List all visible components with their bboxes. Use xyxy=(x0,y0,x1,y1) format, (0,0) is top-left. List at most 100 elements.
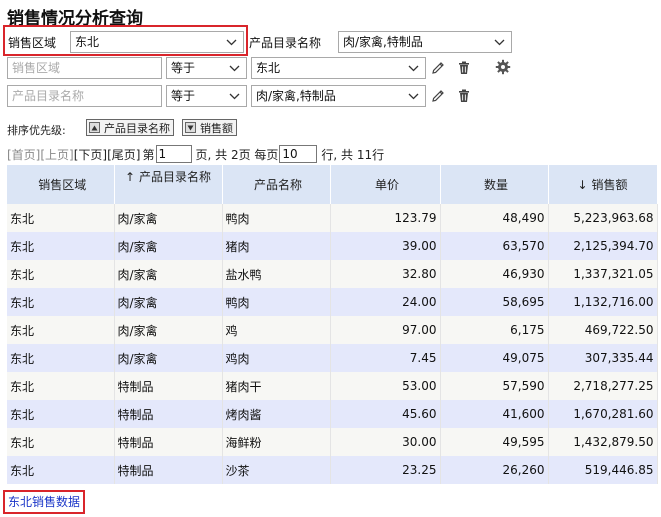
table-cell: 东北 xyxy=(7,316,115,344)
pager-prev: [上页] xyxy=(40,147,74,162)
table-cell: 鸡肉 xyxy=(222,344,331,372)
table-cell: 海鲜粉 xyxy=(222,428,331,456)
region-select[interactable]: 东北 xyxy=(70,31,244,53)
table-row: 东北 特制品 海鲜粉 30.00 49,595 1,432,879.50 xyxy=(7,428,658,456)
table-cell: 41,600 xyxy=(440,400,549,428)
table-cell: 东北 xyxy=(7,456,115,484)
table-cell: 58,695 xyxy=(440,288,549,316)
table-cell: 鸡 xyxy=(222,316,331,344)
table-cell: 东北 xyxy=(7,344,115,372)
chevron-down-icon xyxy=(407,86,419,106)
col-header-sales[interactable]: ↓ 销售额 xyxy=(548,165,658,204)
table-cell: 特制品 xyxy=(114,400,223,428)
table-header-row: 销售区域 ↑ 产品目录名称 产品名称 单价 数量 ↓ 销售额 xyxy=(7,165,658,204)
table-cell: 49,075 xyxy=(440,344,549,372)
table-cell: 469,722.50 xyxy=(548,316,658,344)
table-cell: 东北 xyxy=(7,400,115,428)
header-label: 单价 xyxy=(374,178,399,192)
condition-operator-select-2[interactable]: 等于 xyxy=(166,85,247,107)
table-cell: 2,718,277.25 xyxy=(548,372,658,400)
sales-table: 销售区域 ↑ 产品目录名称 产品名称 单价 数量 ↓ 销售额 东北 肉/家禽 鸭肉 123… xyxy=(7,165,658,484)
col-header-category[interactable]: ↑ 产品目录名称 xyxy=(114,165,223,204)
table-cell: 1,432,879.50 xyxy=(548,428,658,456)
table-row: 东北 特制品 烤肉酱 45.60 41,600 1,670,281.60 xyxy=(7,400,658,428)
operator-value: 等于 xyxy=(171,89,196,103)
col-header-region[interactable]: 销售区域 xyxy=(7,165,115,204)
col-header-product[interactable]: 产品名称 xyxy=(222,165,331,204)
region-select-value: 东北 xyxy=(75,35,100,49)
pager-page-prefix: 第 xyxy=(142,147,155,162)
table-row: 东北 肉/家禽鸡 97.00 6,175 469,722.50 xyxy=(7,316,658,344)
pager-next[interactable]: [下页] xyxy=(74,146,107,163)
chevron-down-icon xyxy=(407,58,419,78)
table-cell: 63,570 xyxy=(440,232,549,260)
page-number-input[interactable]: 1 xyxy=(155,145,192,163)
table-cell: 519,446.85 xyxy=(548,456,658,484)
table-cell: 46,930 xyxy=(440,260,549,288)
table-cell: 24.00 xyxy=(330,288,441,316)
gear-icon[interactable] xyxy=(494,58,512,76)
sort-asc-icon: ↑ xyxy=(124,170,136,184)
table-cell: 盐水鸭 xyxy=(222,260,331,288)
sort-desc-icon: ↓ xyxy=(577,178,588,192)
table-cell: 特制品 xyxy=(114,428,223,456)
table-cell: 5,223,963.68 xyxy=(548,204,658,232)
pencil-icon[interactable] xyxy=(429,87,447,105)
page-size-input[interactable]: 10 xyxy=(279,145,318,163)
condition-value: 肉/家禽,特制品 xyxy=(256,89,336,103)
table-cell: 肉/家禽 xyxy=(114,344,223,372)
chevron-down-icon xyxy=(493,32,505,52)
condition-field-input-1[interactable]: 销售区域 xyxy=(7,57,162,79)
trash-icon[interactable] xyxy=(455,87,473,105)
table-cell: 烤肉酱 xyxy=(222,400,331,428)
table-cell: 肉/家禽 xyxy=(114,260,223,288)
pencil-icon[interactable] xyxy=(429,59,447,77)
table-cell: 39.00 xyxy=(330,232,441,260)
chevron-down-icon xyxy=(228,58,240,78)
sort-asc-icon xyxy=(89,122,100,133)
table-cell: 123.79 xyxy=(330,204,441,232)
chevron-down-icon xyxy=(228,86,240,106)
chevron-down-icon xyxy=(225,32,237,52)
pager-last[interactable]: [尾页] xyxy=(107,146,140,163)
table-cell: 53.00 xyxy=(330,372,441,400)
table-cell: 肉/家禽 xyxy=(114,204,223,232)
col-header-price[interactable]: 单价 xyxy=(330,165,441,204)
table-cell: 鸭肉 xyxy=(222,288,331,316)
sort-chip-category[interactable]: 产品目录名称 xyxy=(86,119,174,136)
table-row: 东北 特制品 沙茶 23.25 26,260 519,446.85 xyxy=(7,456,658,484)
table-cell: 45.60 xyxy=(330,400,441,428)
table-cell: 1,337,321.05 xyxy=(548,260,658,288)
operator-value: 等于 xyxy=(171,61,196,75)
pager: [首页] [上页] [下页] [尾页] 第 1 页, 共 2页 每页 10 行,… xyxy=(7,144,384,164)
table-cell: 肉/家禽 xyxy=(114,316,223,344)
table-cell: 97.00 xyxy=(330,316,441,344)
table-cell: 57,590 xyxy=(440,372,549,400)
condition-operator-select-1[interactable]: 等于 xyxy=(166,57,247,79)
table-row: 东北 肉/家禽 鸭肉 24.00 58,695 1,132,716.00 xyxy=(7,288,658,316)
table-cell: 特制品 xyxy=(114,456,223,484)
table-cell: 东北 xyxy=(7,260,115,288)
table-cell: 26,260 xyxy=(440,456,549,484)
table-cell: 7.45 xyxy=(330,344,441,372)
condition-value-select-2[interactable]: 肉/家禽,特制品 xyxy=(251,85,426,107)
table-cell: 30.00 xyxy=(330,428,441,456)
sort-chip-sales[interactable]: 销售额 xyxy=(182,119,237,136)
table-cell: 东北 xyxy=(7,372,115,400)
sort-priority-label: 排序优先级: xyxy=(7,124,66,137)
trash-icon[interactable] xyxy=(455,59,473,77)
table-cell: 6,175 xyxy=(440,316,549,344)
table-row: 东北 肉/家禽 猪肉 39.00 63,570 2,125,394.70 xyxy=(7,232,658,260)
condition-value: 东北 xyxy=(256,61,281,75)
table-cell: 23.25 xyxy=(330,456,441,484)
col-header-quantity[interactable]: 数量 xyxy=(440,165,549,204)
footer-link-northeast-sales[interactable]: 东北销售数据 xyxy=(3,490,86,514)
table-cell: 48,490 xyxy=(440,204,549,232)
category-select-value: 肉/家禽,特制品 xyxy=(343,35,423,49)
condition-field-input-2[interactable]: 产品目录名称 xyxy=(7,85,162,107)
table-row: 东北 肉/家禽 盐水鸭 32.80 46,930 1,337,321.05 xyxy=(7,260,658,288)
category-select[interactable]: 肉/家禽,特制品 xyxy=(338,31,512,53)
pager-page-mid: 页, 共 2页 每页 xyxy=(195,147,279,162)
table-cell: 特制品 xyxy=(114,372,223,400)
condition-value-select-1[interactable]: 东北 xyxy=(251,57,426,79)
